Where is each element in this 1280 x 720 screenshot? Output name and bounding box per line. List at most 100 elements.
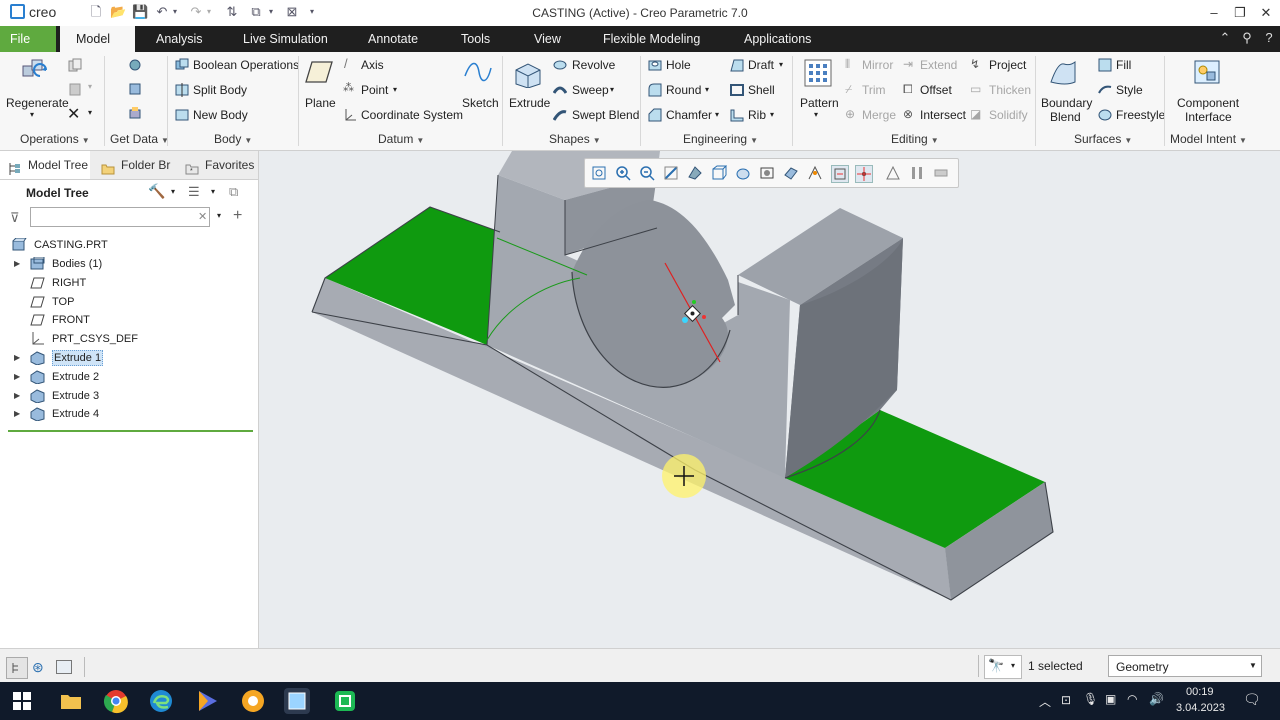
copy-icon[interactable]	[68, 58, 82, 72]
file-explorer-icon[interactable]	[58, 688, 84, 714]
tree-item[interactable]: ▶ Extrude 1	[0, 349, 258, 367]
rib-dropdown-icon[interactable]: ▾	[770, 110, 774, 119]
point-dropdown-icon[interactable]: ▾	[393, 85, 397, 94]
round-button[interactable]: Round	[666, 83, 701, 97]
repaint-icon[interactable]	[663, 165, 679, 181]
hole-button[interactable]: Hole	[666, 58, 691, 72]
tree-item[interactable]: ▶ Extrude 2	[0, 368, 258, 386]
microphone-icon[interactable]: 🎙	[1083, 692, 1098, 706]
pattern-icon[interactable]	[803, 58, 833, 88]
spin-center-icon[interactable]	[855, 165, 873, 183]
insert-indicator[interactable]	[8, 430, 253, 432]
revolve-button[interactable]: Revolve	[572, 58, 615, 72]
expand-icon[interactable]: ▶	[14, 368, 20, 386]
boundary-blend-button[interactable]: Boundary	[1041, 96, 1092, 110]
expand-icon[interactable]: ▶	[14, 387, 20, 405]
minimize-icon[interactable]: –	[1202, 3, 1226, 23]
chamfer-button[interactable]: Chamfer	[666, 108, 712, 122]
tab-file[interactable]: File	[0, 26, 56, 52]
datum-display-filters-icon[interactable]	[807, 165, 823, 181]
merge-button[interactable]: Merge	[862, 108, 896, 122]
tab-folder-browser[interactable]: Folder Br	[93, 151, 173, 179]
project-button[interactable]: Project	[989, 58, 1026, 72]
show-hidden-icons-icon[interactable]: ︿	[1039, 693, 1051, 710]
group-editing[interactable]: Editing ▼	[891, 132, 939, 146]
tab-applications[interactable]: Applications	[734, 26, 821, 52]
group-engineering[interactable]: Engineering ▼	[683, 132, 758, 146]
component-interface-button[interactable]: Component	[1177, 96, 1239, 110]
tree-settings-dropdown-icon[interactable]: ▾	[171, 187, 175, 196]
tab-model-tree[interactable]: Model Tree	[0, 151, 90, 179]
tab-tools[interactable]: Tools	[451, 26, 500, 52]
delete-dropdown-icon[interactable]: ▾	[88, 108, 92, 117]
screen-recorder-icon[interactable]	[332, 688, 358, 714]
shell-button[interactable]: Shell	[748, 83, 775, 97]
refit-icon[interactable]	[591, 165, 607, 181]
windows-start-icon[interactable]	[13, 692, 31, 713]
zoom-out-icon[interactable]	[639, 165, 655, 181]
intersect-button[interactable]: Intersect	[920, 108, 966, 122]
tree-item[interactable]: ▶ Extrude 4	[0, 405, 258, 423]
group-operations[interactable]: Operations ▼	[20, 132, 90, 146]
plane-icon[interactable]	[304, 58, 334, 88]
sketch-button[interactable]: Sketch	[462, 96, 499, 110]
group-datum[interactable]: Datum ▼	[378, 132, 424, 146]
rib-button[interactable]: Rib	[748, 108, 766, 122]
paste-icon[interactable]	[68, 82, 82, 96]
wifi-icon[interactable]: ◠	[1127, 692, 1137, 706]
tab-model[interactable]: Model	[60, 26, 135, 52]
search-icon[interactable]: ⚲	[1238, 30, 1256, 46]
tree-root[interactable]: CASTING.PRT	[0, 236, 258, 254]
shrinkwrap-icon[interactable]	[128, 106, 142, 120]
sweep-dropdown-icon[interactable]: ▾	[610, 85, 614, 94]
tree-item[interactable]: ▶ Bodies (1)	[0, 255, 258, 273]
extend-button[interactable]: Extend	[920, 58, 957, 72]
round-dropdown-icon[interactable]: ▾	[705, 85, 709, 94]
freestyle-button[interactable]: Freestyle	[1116, 108, 1165, 122]
clock-time[interactable]: 00:19	[1186, 686, 1214, 698]
graphics-window[interactable]	[259, 151, 1280, 648]
mirror-button[interactable]: Mirror	[862, 58, 893, 72]
tree-item[interactable]: PRT_CSYS_DEF	[0, 330, 258, 348]
extrude-button[interactable]: Extrude	[509, 96, 550, 110]
coordinate-system-button[interactable]: Coordinate System	[361, 108, 463, 122]
expand-icon[interactable]: ▶	[14, 255, 20, 273]
creo-taskbar-icon[interactable]	[284, 688, 310, 714]
draft-button[interactable]: Draft	[748, 58, 774, 72]
perspective-view-icon[interactable]	[759, 165, 775, 181]
sketch-icon[interactable]	[463, 58, 493, 88]
help-icon[interactable]: ?	[1260, 30, 1278, 45]
clock-date[interactable]: 3.04.2023	[1176, 702, 1225, 714]
edge-icon[interactable]	[148, 688, 174, 714]
extrude-icon[interactable]	[512, 58, 542, 89]
group-model-intent[interactable]: Model Intent ▼	[1170, 132, 1247, 146]
zoom-in-icon[interactable]	[615, 165, 631, 181]
tree-filter-icon[interactable]: ⧉	[229, 184, 238, 200]
paste-dropdown-icon[interactable]: ▾	[88, 82, 92, 91]
search-options-dropdown-icon[interactable]: ▾	[217, 211, 221, 220]
regenerate-icon[interactable]	[20, 56, 50, 86]
find-button[interactable]: 🔭 ▾	[984, 655, 1022, 679]
new-body-button[interactable]: New Body	[193, 108, 248, 122]
boolean-operations-button[interactable]: Boolean Operations	[193, 58, 299, 72]
show-icon[interactable]: ☰	[188, 184, 200, 200]
group-shapes[interactable]: Shapes ▼	[549, 132, 601, 146]
add-icon[interactable]: +	[233, 207, 242, 225]
collapse-ribbon-icon[interactable]: ⌃	[1216, 30, 1234, 46]
view-manager-icon[interactable]	[735, 165, 751, 181]
component-interface-button-line2[interactable]: Interface	[1185, 110, 1232, 124]
expand-icon[interactable]: ▶	[14, 349, 20, 367]
selection-filter-select[interactable]: Geometry ▼	[1108, 655, 1262, 677]
boundary-blend-button-line2[interactable]: Blend	[1050, 110, 1081, 124]
tab-flexible-modeling[interactable]: Flexible Modeling	[593, 26, 710, 52]
notifications-icon[interactable]: 🗨	[1243, 691, 1261, 708]
tab-annotate[interactable]: Annotate	[358, 26, 428, 52]
tree-item[interactable]: RIGHT	[0, 274, 258, 292]
tab-live-simulation[interactable]: Live Simulation	[233, 26, 338, 52]
thicken-button[interactable]: Thicken	[989, 83, 1031, 97]
expand-icon[interactable]: ▶	[14, 405, 20, 423]
filter-icon[interactable]: ⊽	[10, 210, 20, 226]
show-navigator-icon[interactable]	[6, 657, 28, 679]
saved-orientations-icon[interactable]	[711, 165, 728, 181]
fill-button[interactable]: Fill	[1116, 58, 1131, 72]
